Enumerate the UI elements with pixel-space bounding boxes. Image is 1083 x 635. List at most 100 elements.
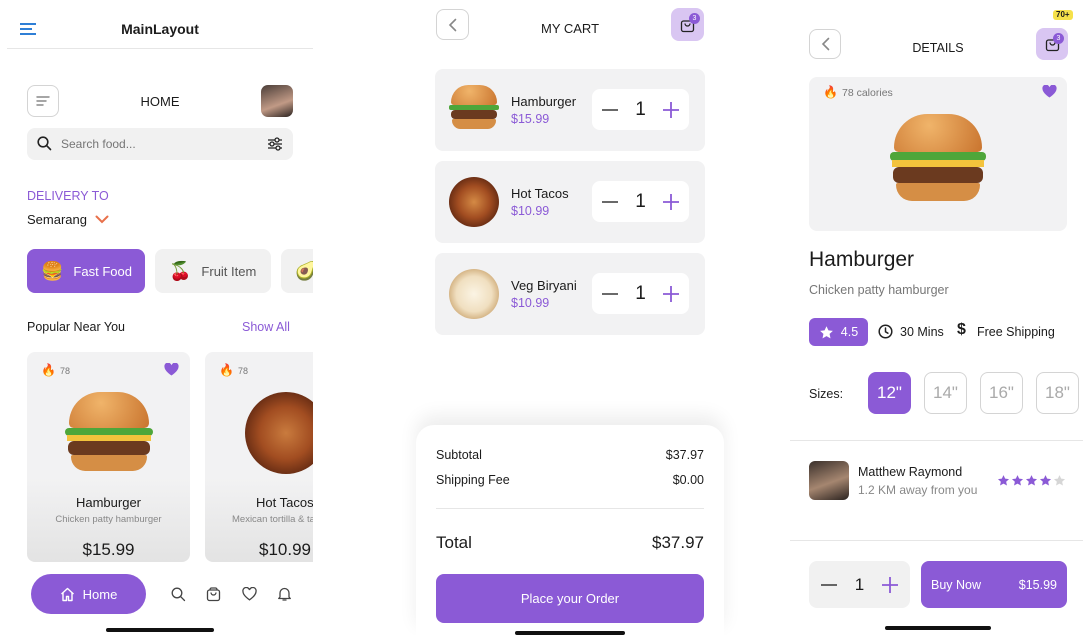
plus-icon[interactable] <box>662 285 679 302</box>
menu-icon[interactable] <box>20 23 36 37</box>
quantity-stepper: 1 <box>592 89 689 130</box>
minus-icon[interactable] <box>821 583 837 586</box>
seller-avatar[interactable] <box>809 461 849 500</box>
cart-screen: MY CART 3 Hamburger $15.99 1 Hot Tacos $… <box>416 0 724 635</box>
buy-now-button[interactable]: Buy Now $15.99 <box>921 561 1067 608</box>
calorie-count: 78 <box>60 366 71 376</box>
category-chip-fast-food[interactable]: 🍔 Fast Food <box>27 249 145 293</box>
size-option-18[interactable]: 18" <box>1036 372 1079 414</box>
product-card[interactable]: 🔥 78 Hot Tacos Mexican tortilla & tacos … <box>205 352 313 562</box>
star-empty-icon <box>1053 475 1066 486</box>
avatar[interactable] <box>261 85 293 117</box>
page-title: MY CART <box>540 21 600 36</box>
layout-title: MainLayout <box>121 21 199 37</box>
lines-icon <box>36 96 50 106</box>
bell-icon[interactable] <box>277 586 292 602</box>
quantity-value: 1 <box>635 190 646 212</box>
home-icon <box>60 587 74 601</box>
bag-icon[interactable] <box>206 586 221 602</box>
popular-heading: Popular Near You <box>27 320 125 334</box>
back-button[interactable] <box>809 29 841 59</box>
buy-now-price: $15.99 <box>1018 577 1057 592</box>
product-desc: Chicken patty hamburger <box>55 514 162 525</box>
cart-item-name: Hamburger <box>511 94 577 109</box>
heart-icon[interactable] <box>242 587 257 601</box>
plus-icon[interactable] <box>662 193 679 210</box>
heart-icon[interactable] <box>164 363 179 376</box>
minus-icon[interactable] <box>602 108 618 111</box>
plus-icon[interactable] <box>882 576 898 593</box>
subtotal-label: Subtotal <box>436 448 482 462</box>
quantity-stepper: 1 <box>809 561 910 608</box>
biryani-thumbnail <box>449 269 499 319</box>
tacos-image <box>245 392 313 474</box>
minus-icon[interactable] <box>602 292 618 295</box>
size-option-12[interactable]: 12" <box>868 372 911 414</box>
product-card[interactable]: 🔥 78 Hamburger Chicken patty hamburger $… <box>27 352 190 562</box>
cart-button[interactable]: 3 <box>1036 28 1068 60</box>
cart-count-badge: 3 <box>689 13 700 24</box>
burger-image <box>890 114 986 203</box>
section-divider <box>790 440 1083 441</box>
subtotal-value: $37.97 <box>665 448 704 462</box>
total-value: $37.97 <box>652 533 704 552</box>
chevron-down-icon <box>95 215 109 224</box>
back-button[interactable] <box>436 9 469 40</box>
cart-item: Hot Tacos $10.99 1 <box>435 161 705 243</box>
fire-icon: 🔥 <box>219 363 234 377</box>
cart-button[interactable]: 3 <box>671 8 704 41</box>
cart-item-name: Veg Biryani <box>511 278 577 293</box>
place-order-button[interactable]: Place your Order <box>436 574 704 623</box>
search-icon[interactable] <box>171 587 186 602</box>
rating-value: 4.5 <box>840 325 859 339</box>
fire-icon: 🔥 <box>41 363 56 377</box>
total-label: Total <box>436 533 472 552</box>
show-all-link[interactable]: Show All <box>242 320 290 334</box>
burger-thumbnail <box>449 85 499 133</box>
calorie-count: 78 <box>238 366 249 376</box>
tacos-thumbnail <box>449 177 499 227</box>
size-option-16[interactable]: 16" <box>980 372 1023 414</box>
chevron-left-icon <box>448 18 457 31</box>
cart-item: Hamburger $15.99 1 <box>435 69 705 151</box>
burger-image <box>65 392 153 474</box>
details-screen: 70+ DETAILS 3 🔥 78 calories Hamburger Ch… <box>790 0 1083 635</box>
section-divider <box>790 540 1083 541</box>
location-selector[interactable]: Semarang <box>27 212 109 227</box>
delivery-time: 30 Mins <box>900 325 944 339</box>
burger-icon: 🍔 <box>41 260 64 281</box>
location-text: Semarang <box>27 212 87 227</box>
clock-icon <box>878 324 893 339</box>
product-price: $10.99 <box>259 540 311 559</box>
nav-home-label: Home <box>82 586 118 602</box>
fire-icon: 🔥 <box>823 85 838 99</box>
delivery-label: DELIVERY TO <box>27 189 109 203</box>
heart-icon[interactable] <box>1042 85 1057 98</box>
home-screen: MainLayout HOME DELIVERY TO Semarang 🍔 F… <box>0 0 313 635</box>
cart-item: Veg Biryani $10.99 1 <box>435 253 705 335</box>
filter-menu-button[interactable] <box>27 85 59 117</box>
size-option-14[interactable]: 14" <box>924 372 967 414</box>
seller-name: Matthew Raymond <box>858 465 963 479</box>
sizes-label: Sizes: <box>809 387 844 401</box>
minus-icon[interactable] <box>602 200 618 203</box>
star-icon <box>819 325 833 338</box>
shipping-info: Free Shipping <box>977 325 1055 339</box>
search-icon <box>37 136 52 151</box>
seller-rating-stars <box>997 474 1066 487</box>
quantity-stepper: 1 <box>592 181 689 222</box>
home-indicator <box>885 626 991 630</box>
nav-home-button[interactable]: Home <box>31 574 146 614</box>
seller-distance: 1.2 KM away from you <box>858 483 978 497</box>
category-chip-fruit[interactable]: 🍒 Fruit Item <box>155 249 271 293</box>
product-title: Hamburger <box>809 248 915 271</box>
chevron-left-icon <box>821 37 829 51</box>
sliders-icon[interactable] <box>267 136 283 152</box>
product-name: Hot Tacos <box>256 495 313 510</box>
category-chip-partial[interactable]: 🥑 <box>281 249 313 293</box>
search-bar <box>27 128 293 160</box>
search-input[interactable] <box>61 134 251 154</box>
star-icon <box>1025 475 1038 486</box>
star-icon <box>997 475 1010 486</box>
plus-icon[interactable] <box>662 101 679 118</box>
